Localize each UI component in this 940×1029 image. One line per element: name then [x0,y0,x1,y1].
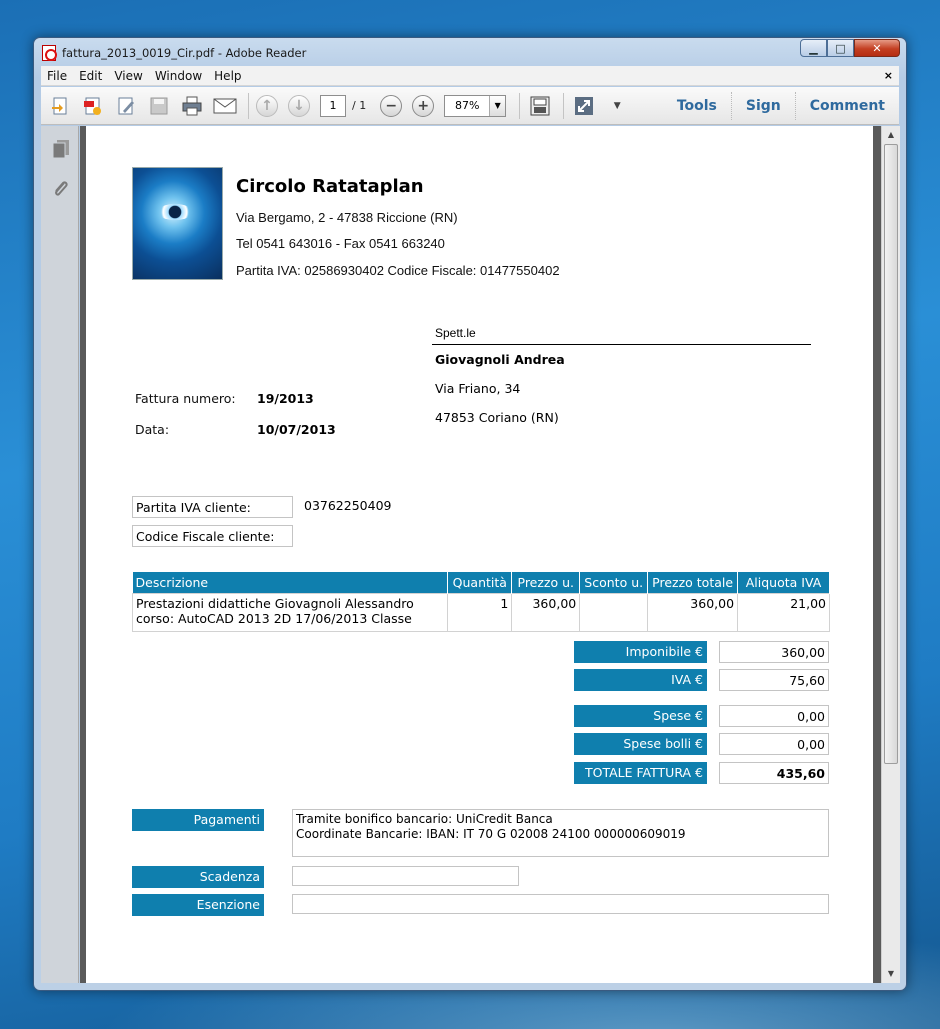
pdf-app-icon [42,45,57,61]
sign-link[interactable]: Sign [730,91,795,120]
next-page-icon[interactable]: ↓ [288,94,310,117]
scroll-up-icon[interactable]: ▲ [882,127,900,143]
menu-help[interactable]: Help [208,69,247,83]
menu-view[interactable]: View [108,69,148,83]
prev-page-icon[interactable]: ↑ [256,94,278,117]
esenzione-label: Esenzione [132,894,264,916]
toolbar-separator [563,92,565,119]
chevron-down-icon[interactable]: ▼ [489,95,506,116]
document-area[interactable]: Circolo Ratataplan Via Bergamo, 2 - 4783… [80,126,882,983]
toolbar-menu-icon[interactable]: ▼ [604,93,630,119]
toolbar: ↑ ↓ 1 / 1 − + 87% ▼ ▼ Tools Sign Comment [41,87,899,125]
company-name: Circolo Ratataplan [236,176,424,197]
payment-line-2: Coordinate Bancarie: IBAN: IT 70 G 02008… [296,827,686,841]
invoice-date-label: Data: [135,422,170,437]
cell-prezzo-totale: 360,00 [647,592,739,632]
title-bar[interactable]: fattura_2013_0019_Cir.pdf - Adobe Reader… [34,38,906,66]
cell-prezzo-u: 360,00 [511,592,581,632]
close-document-icon[interactable]: × [884,69,893,82]
zoom-value: 87% [454,98,480,112]
iva-value: 75,60 [719,669,829,691]
print-icon[interactable] [179,93,205,119]
menu-file[interactable]: File [41,69,73,83]
imponibile-label: Imponibile € [574,641,707,663]
company-tax: Partita IVA: 02586930402 Codice Fiscale:… [236,263,560,278]
close-button[interactable]: ✕ [854,39,900,57]
payment-line-1: Tramite bonifico bancario: UniCredit Ban… [296,812,553,826]
menu-edit[interactable]: Edit [73,69,108,83]
col-prezzo-totale: Prezzo totale [647,572,739,593]
piva-value: 03762250409 [304,498,392,513]
totale-label: TOTALE FATTURA € [574,762,707,784]
open-icon[interactable] [47,93,73,119]
spese-value: 0,00 [719,705,829,727]
cell-descrizione: Prestazioni didattiche Giovagnoli Alessa… [131,592,449,632]
recipient-city: 47853 Coriano (RN) [435,410,559,425]
invoice-number: 19/2013 [257,391,314,406]
bolli-value: 0,00 [719,733,829,755]
cell-sconto-u [579,592,649,632]
minimize-button[interactable]: ▁ [800,39,827,57]
vertical-scrollbar[interactable]: ▲ ▼ [881,126,900,983]
pages-icon[interactable] [51,138,71,160]
items-table: Descrizione Quantità Prezzo u. Sconto u.… [131,572,830,632]
company-logo [132,167,223,280]
email-icon[interactable] [212,93,238,119]
table-row: Prestazioni didattiche Giovagnoli Alessa… [131,592,830,632]
col-sconto-u: Sconto u. [579,572,649,593]
esenzione-box [292,894,829,914]
maximize-button[interactable]: □ [827,39,854,57]
scadenza-box [292,866,519,886]
pagamenti-label: Pagamenti [132,809,264,831]
col-descrizione: Descrizione [132,572,449,593]
zoom-select[interactable]: 87% ▼ [444,94,507,117]
col-prezzo-u: Prezzo u. [511,572,581,593]
comment-link[interactable]: Comment [794,91,899,120]
recipient-name: Giovagnoli Andrea [435,352,565,367]
cf-label: Codice Fiscale cliente: [132,525,293,547]
edit-icon[interactable] [113,93,139,119]
iva-label: IVA € [574,669,707,691]
company-phone: Tel 0541 643016 - Fax 0541 663240 [236,236,445,251]
pagamenti-box: Tramite bonifico bancario: UniCredit Ban… [292,809,829,857]
zoom-in-icon[interactable]: + [412,94,435,117]
cell-quantita: 1 [447,592,513,632]
page-number-input[interactable]: 1 [320,94,346,117]
recipient-street: Via Friano, 34 [435,381,521,396]
imponibile-value: 360,00 [719,641,829,663]
scadenza-label: Scadenza [132,866,264,888]
menu-window[interactable]: Window [149,69,208,83]
recipient-salutation: Spett.le [435,326,476,340]
cell-aliquota: 21,00 [737,592,830,632]
toolbar-separator [519,92,521,119]
tools-link[interactable]: Tools [663,92,731,120]
totale-value: 435,60 [719,762,829,784]
scroll-thumb[interactable] [884,144,898,764]
save-icon[interactable] [146,93,172,119]
create-pdf-icon[interactable] [80,93,106,119]
company-address: Via Bergamo, 2 - 47838 Riccione (RN) [236,210,458,225]
col-aliquota: Aliquota IVA [737,572,830,593]
window-title: fattura_2013_0019_Cir.pdf - Adobe Reader [62,46,307,60]
invoice-date: 10/07/2013 [257,422,336,437]
reader-window: fattura_2013_0019_Cir.pdf - Adobe Reader… [33,37,907,991]
toolbar-separator [248,92,249,119]
attachments-icon[interactable] [51,178,71,200]
scroll-down-icon[interactable]: ▼ [882,966,900,982]
menu-bar: File Edit View Window Help × [41,66,899,86]
invoice-number-label: Fattura numero: [135,391,236,406]
bolli-label: Spese bolli € [574,733,707,755]
pdf-page: Circolo Ratataplan Via Bergamo, 2 - 4783… [86,126,873,983]
recipient-rule [432,344,811,345]
col-quantita: Quantità [447,572,513,593]
fit-page-icon[interactable] [527,93,553,119]
piva-label: Partita IVA cliente: [132,496,293,518]
zoom-out-icon[interactable]: − [380,94,403,117]
navigation-pane [41,126,79,983]
fullscreen-icon[interactable] [571,93,597,119]
spese-label: Spese € [574,705,707,727]
page-total: / 1 [352,99,367,112]
